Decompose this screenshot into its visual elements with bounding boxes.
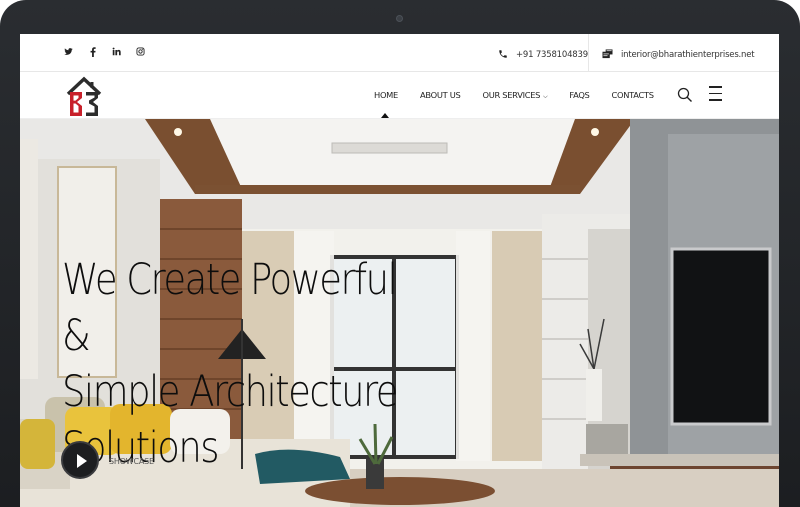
chevron-down-icon: ⌵ [543,93,548,100]
hero-headline-line: Simple Architecture [62,367,399,417]
main-navbar: HOME ABOUT US OUR SERVICES ⌵ FAQS CONTACT… [20,72,779,119]
nav-our-services[interactable]: OUR SERVICES ⌵ [482,90,547,101]
menu-bar [709,92,722,95]
phone-icon [498,46,508,64]
website-screen: +91 7358104839 interior@bharathienterpri… [20,34,779,507]
search-icon[interactable] [677,87,693,103]
twitter-icon[interactable] [64,47,73,58]
email-address: interior@bharathienterprises.net [621,50,755,60]
hamburger-menu-icon[interactable] [709,86,723,104]
laptop-bezel: +91 7358104839 interior@bharathienterpri… [0,0,800,507]
hero-headline-line: Solutions [62,423,220,473]
nav-home[interactable]: HOME [374,90,398,101]
nav-our-services-label: OUR SERVICES [482,90,541,100]
facebook-icon[interactable] [88,47,97,58]
hero-banner: We Create Powerful & Simple Architecture… [20,119,779,507]
phone-contact[interactable]: +91 7358104839 [498,46,588,64]
divider [588,34,589,72]
site-logo[interactable] [64,72,104,118]
menu-bar [709,86,722,88]
menu-bar [709,99,722,101]
active-indicator [381,113,389,118]
hero-headline: We Create Powerful & Simple Architecture… [62,252,423,476]
nav-about-us[interactable]: ABOUT US [420,90,461,101]
top-bar: +91 7358104839 interior@bharathienterpri… [20,34,779,72]
hero-headline-line: We Create Powerful & [62,255,398,361]
phone-number: +91 7358104839 [516,50,588,60]
email-icon [602,46,613,64]
linkedin-icon[interactable] [112,47,121,58]
primary-nav: HOME ABOUT US OUR SERVICES ⌵ FAQS CONTACT… [374,90,654,101]
nav-faqs[interactable]: FAQS [569,90,589,101]
instagram-icon[interactable] [136,47,145,58]
email-contact[interactable]: interior@bharathienterprises.net [602,46,755,64]
nav-contacts[interactable]: CONTACTS [612,90,655,101]
camera-dot [396,15,403,22]
social-links [64,47,145,58]
play-video-button[interactable] [61,441,99,479]
video-label: SHOWCASE [109,457,154,466]
